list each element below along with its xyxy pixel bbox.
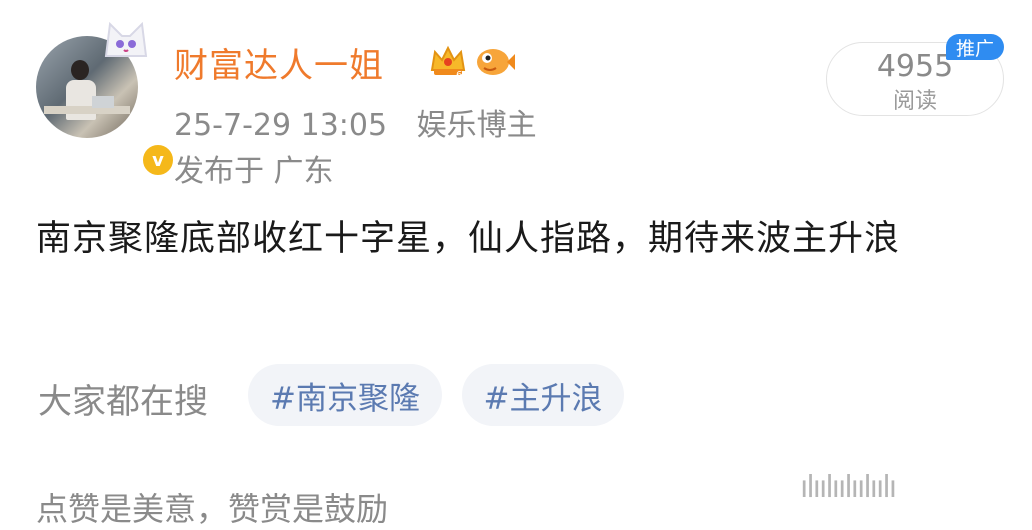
cat-ears-icon <box>104 21 148 57</box>
post-timestamp: 25-7-29 13:05 <box>174 108 388 143</box>
author-category: 娱乐博主 <box>416 108 537 143</box>
post-meta: 25-7-29 13:05 娱乐博主 <box>174 100 537 144</box>
crown-icon: 6 <box>430 45 466 80</box>
verified-icon: v <box>140 142 176 178</box>
topic-chip-main-rally[interactable]: #主升浪 <box>462 364 624 426</box>
avatar-laptop <box>92 96 114 108</box>
fish-icon <box>477 49 515 75</box>
post-content: 南京聚隆底部收红十字星，仙人指路，期待来波主升浪 <box>36 219 901 259</box>
avatar-desk <box>44 106 130 114</box>
avatar-container[interactable]: v <box>36 21 176 178</box>
avatar-person-head <box>71 60 89 80</box>
read-label: 阅读 <box>892 89 937 114</box>
topic-chip-nanjing-julong[interactable]: #南京聚隆 <box>248 364 442 426</box>
username[interactable]: 财富达人一姐 <box>174 38 384 87</box>
post-location: 发布于 广东 <box>174 154 334 189</box>
reward-prompt: 点赞是美意，赞赏是鼓励 <box>36 490 389 528</box>
trending-search-label: 大家都在搜 <box>38 382 208 422</box>
watermark: ılıılıılıılıılı <box>800 470 897 505</box>
svg-text:6: 6 <box>456 70 462 80</box>
promotion-badge: 推广 <box>946 34 1004 60</box>
